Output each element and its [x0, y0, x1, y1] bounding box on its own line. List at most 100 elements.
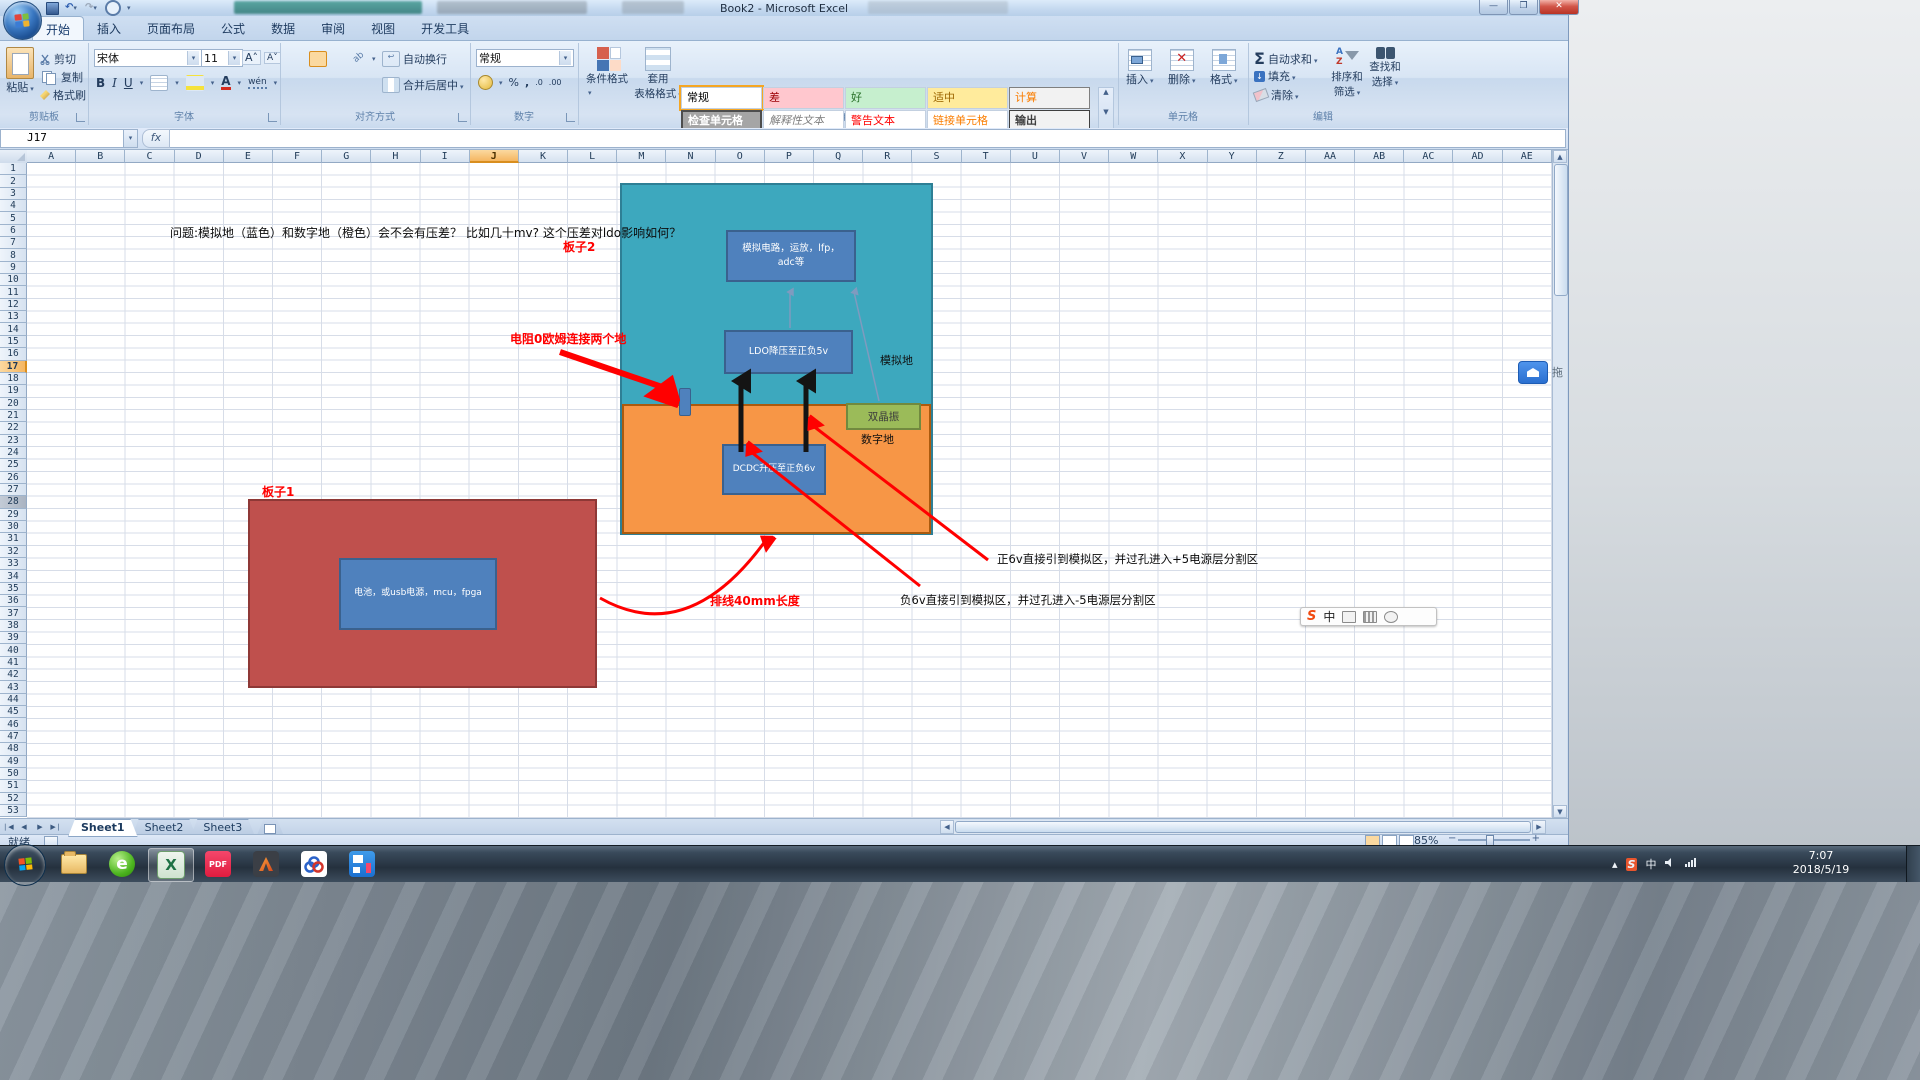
column-header-J[interactable]: J [470, 150, 519, 163]
row-header-16[interactable]: 16 [0, 348, 27, 360]
row-header-22[interactable]: 22 [0, 422, 27, 434]
row-header-19[interactable]: 19 [0, 385, 27, 397]
row-header-38[interactable]: 38 [0, 620, 27, 632]
row-header-8[interactable]: 8 [0, 249, 27, 261]
column-header-B[interactable]: B [76, 150, 125, 163]
column-header-AE[interactable]: AE [1503, 150, 1552, 163]
column-header-Q[interactable]: Q [814, 150, 863, 163]
vertical-scroll-thumb[interactable] [1554, 164, 1568, 296]
horizontal-scroll-thumb[interactable] [955, 821, 1531, 833]
column-header-F[interactable]: F [273, 150, 322, 163]
taskbar-excel-button[interactable]: X [148, 848, 194, 882]
row-header-17[interactable]: 17 [0, 361, 27, 373]
minimize-button[interactable]: — [1479, 0, 1508, 15]
tray-speaker-icon[interactable] [1664, 857, 1676, 871]
formula-input[interactable] [170, 129, 1566, 148]
zero-ohm-resistor[interactable] [679, 388, 691, 416]
taskbar-browser-button[interactable]: e [100, 848, 144, 880]
prev-sheet-icon[interactable]: ◀ [16, 820, 32, 834]
vertical-scrollbar[interactable]: ▲ ▼ [1552, 150, 1567, 818]
column-header-C[interactable]: C [125, 150, 174, 163]
align-right-icon[interactable] [330, 77, 348, 93]
ribbon-tab-公式[interactable]: 公式 [208, 16, 258, 40]
grow-font-button[interactable]: A˄ [242, 50, 261, 65]
tray-lang-icon[interactable]: 中 [1645, 856, 1656, 872]
close-button[interactable]: ✕ [1539, 0, 1579, 15]
name-box[interactable]: J17 [0, 129, 124, 148]
taskbar-media-app-button[interactable] [340, 848, 384, 880]
italic-button[interactable]: I [112, 76, 117, 90]
align-left-icon[interactable] [288, 77, 306, 93]
scroll-down-icon[interactable]: ▼ [1553, 805, 1567, 818]
ime-mode-toggle[interactable]: 中 [1323, 608, 1335, 625]
align-bottom-icon[interactable] [330, 51, 348, 67]
row-header-40[interactable]: 40 [0, 644, 27, 656]
taskbar-matlab-button[interactable] [244, 848, 288, 880]
wrap-text-button[interactable]: ↩ 自动换行 [382, 51, 447, 67]
zoom-slider[interactable]: − + [1448, 835, 1540, 845]
floating-tool-icon[interactable] [1518, 361, 1548, 384]
row-header-14[interactable]: 14 [0, 323, 27, 335]
autosum-button[interactable]: Σ 自动求和 [1254, 49, 1317, 68]
number-format-combo[interactable]: 常规▾ [476, 49, 574, 67]
row-header-47[interactable]: 47 [0, 731, 27, 743]
clear-button[interactable]: 清除 [1254, 87, 1299, 103]
insert-worksheet-tab[interactable] [257, 820, 283, 835]
font-name-combo[interactable]: 宋体▾ [94, 49, 202, 67]
column-header-AB[interactable]: AB [1355, 150, 1404, 163]
row-header-15[interactable]: 15 [0, 336, 27, 348]
ime-logo-icon[interactable]: S [1307, 609, 1316, 624]
row-header-46[interactable]: 46 [0, 718, 27, 730]
row-header-26[interactable]: 26 [0, 472, 27, 484]
restore-button[interactable]: ❐ [1509, 0, 1538, 15]
row-header-30[interactable]: 30 [0, 521, 27, 533]
ime-pen-icon[interactable] [1342, 611, 1356, 623]
format-cells-button[interactable]: 格式 [1210, 49, 1238, 87]
column-header-N[interactable]: N [666, 150, 715, 163]
column-header-S[interactable]: S [912, 150, 961, 163]
row-header-37[interactable]: 37 [0, 607, 27, 619]
column-header-O[interactable]: O [716, 150, 765, 163]
underline-button[interactable]: U [124, 76, 133, 90]
column-header-I[interactable]: I [421, 150, 470, 163]
delete-cells-button[interactable]: ✕ 删除 [1168, 49, 1196, 87]
scroll-up-icon[interactable]: ▲ [1553, 150, 1567, 163]
column-header-U[interactable]: U [1011, 150, 1060, 163]
column-header-G[interactable]: G [322, 150, 371, 163]
scroll-left-icon[interactable]: ◀ [940, 820, 954, 834]
column-header-Z[interactable]: Z [1257, 150, 1306, 163]
accounting-format-icon[interactable] [478, 75, 493, 90]
decrease-indent-icon[interactable] [351, 77, 369, 93]
shrink-font-button[interactable]: A˅ [264, 52, 281, 64]
alignment-dialog-launcher[interactable] [458, 113, 467, 122]
next-sheet-icon[interactable]: ▶ [32, 820, 48, 834]
column-header-D[interactable]: D [175, 150, 224, 163]
clipboard-dialog-launcher[interactable] [76, 113, 85, 122]
comma-style-button[interactable]: , [525, 76, 529, 89]
column-header-Y[interactable]: Y [1208, 150, 1257, 163]
row-header-43[interactable]: 43 [0, 681, 27, 693]
format-painter-button[interactable]: 格式刷 [40, 87, 86, 103]
cell-style-常规[interactable]: 常规 [681, 87, 762, 109]
fill-color-icon[interactable] [186, 75, 204, 91]
gallery-down-icon[interactable]: ▼ [1103, 108, 1108, 116]
format-as-table-button[interactable]: 套用 表格格式 [634, 47, 682, 101]
last-sheet-icon[interactable]: ▶❘ [48, 820, 64, 834]
ribbon-tab-审阅[interactable]: 审阅 [308, 16, 358, 40]
row-header-24[interactable]: 24 [0, 447, 27, 459]
ribbon-tab-插入[interactable]: 插入 [84, 16, 134, 40]
row-header-45[interactable]: 45 [0, 706, 27, 718]
row-header-31[interactable]: 31 [0, 533, 27, 545]
percent-style-button[interactable]: % [509, 76, 519, 89]
title-bar[interactable]: Book2 - Microsoft Excel [0, 0, 1568, 16]
name-box-dropdown-icon[interactable]: ▾ [124, 129, 138, 148]
row-header-44[interactable]: 44 [0, 694, 27, 706]
horizontal-scrollbar[interactable]: ◀ ▶ [940, 820, 1546, 834]
column-header-X[interactable]: X [1158, 150, 1207, 163]
start-button[interactable] [4, 844, 46, 886]
cell-style-适中[interactable]: 适中 [927, 87, 1008, 109]
sogou-ime-bar[interactable]: S 中 [1300, 607, 1437, 626]
bold-button[interactable]: B [96, 76, 105, 90]
fill-button[interactable]: ↓ 填充 [1254, 68, 1296, 84]
conditional-formatting-button[interactable]: 条件格式 [586, 47, 632, 98]
